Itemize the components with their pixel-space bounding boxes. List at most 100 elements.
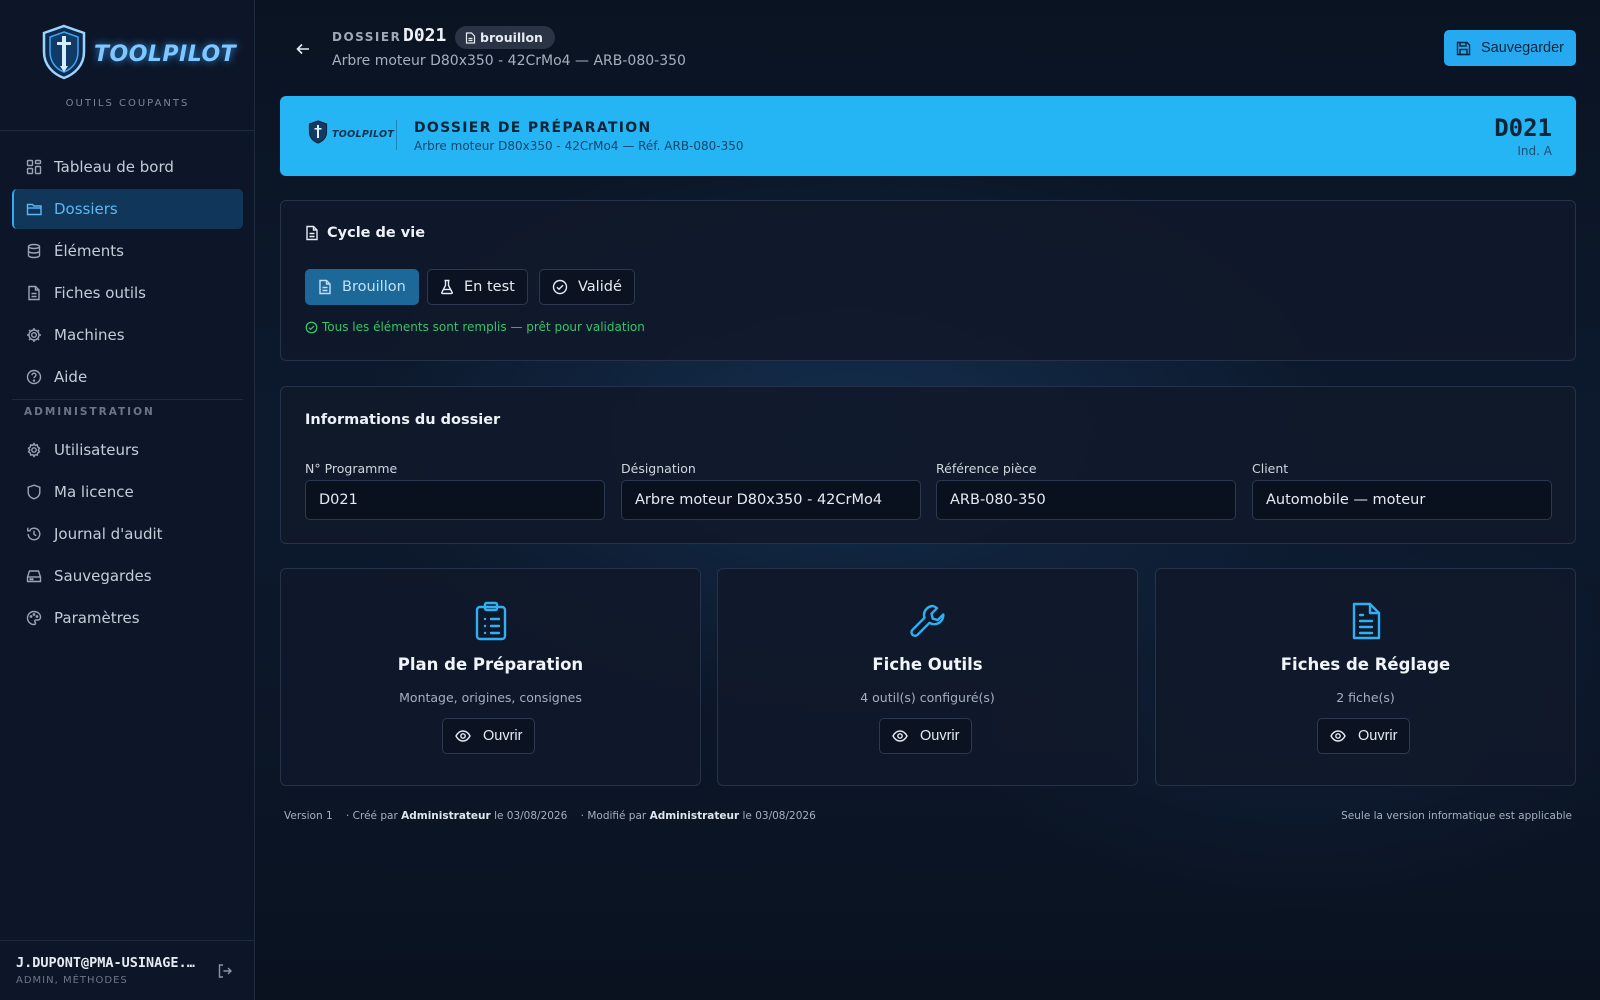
footer-notice: Seule la version informatique est applic… [1341, 810, 1572, 822]
sidebar-item-label: Utilisateurs [54, 441, 139, 459]
lifecycle-title: Cycle de vie [305, 225, 425, 241]
footer-created-on: le 03/08/2026 [494, 810, 568, 822]
header-label: DOSSIER [332, 30, 402, 44]
lifecycle-state-valide[interactable]: Validé [539, 269, 635, 305]
sidebar-item-licence[interactable]: Ma licence [12, 472, 243, 512]
lifecycle-state-label: Validé [578, 279, 622, 295]
open-fiches-reglage-button[interactable]: Ouvrir [1317, 718, 1411, 754]
lifecycle-state-brouillon[interactable]: Brouillon [305, 269, 419, 305]
client-input[interactable] [1252, 480, 1552, 520]
sidebar-item-label: Ma licence [54, 483, 134, 501]
footer-version: Version 1 [284, 810, 333, 822]
sidebar: TOOLPILOT OUTILS COUPANTS Tableau de bor… [0, 0, 255, 1000]
eye-icon [455, 730, 471, 742]
tile-fiches-reglage[interactable]: Fiches de Réglage 2 fiche(s) Ouvrir [1155, 568, 1576, 786]
logo-area: TOOLPILOT OUTILS COUPANTS [0, 0, 254, 131]
lifecycle-title-label: Cycle de vie [327, 225, 426, 241]
designation-input[interactable] [621, 480, 921, 520]
banner-logo-text: TOOLPILOT [332, 128, 395, 140]
tile-subtitle: Montage, origines, consignes [399, 690, 582, 705]
tile-title: Plan de Préparation [397, 655, 584, 674]
sidebar-item-sauvegardes[interactable]: Sauvegardes [12, 556, 243, 596]
sidebar-item-machines[interactable]: Machines [12, 315, 243, 355]
back-arrow-icon[interactable] [292, 38, 314, 60]
sidebar-item-elements[interactable]: Éléments [12, 231, 243, 271]
sidebar-item-label: Tableau de bord [54, 158, 174, 176]
tile-subtitle: 4 outil(s) configuré(s) [860, 690, 995, 705]
eye-icon [1330, 730, 1346, 742]
shield-icon [25, 483, 43, 501]
nav-divider [12, 399, 243, 400]
history-icon [25, 525, 43, 543]
document-icon [465, 31, 476, 44]
open-fiche-outils-button[interactable]: Ouvrir [879, 718, 973, 754]
lifecycle-message: Tous les éléments sont remplis — prêt po… [305, 320, 645, 334]
sidebar-item-dashboard[interactable]: Tableau de bord [12, 147, 243, 187]
footer-modified-prefix: · Modifié par [580, 810, 647, 822]
shield-logo-icon [40, 24, 88, 84]
sidebar-item-label: Sauvegardes [54, 567, 152, 585]
programme-input[interactable] [305, 480, 605, 520]
sidebar-item-utilisateurs[interactable]: Utilisateurs [12, 430, 243, 470]
sidebar-item-label: Aide [54, 368, 88, 386]
sidebar-item-label: Journal d'audit [54, 525, 163, 543]
sidebar-item-label: Paramètres [54, 609, 140, 627]
user-email: J.DUPONT@PMA-USINAGE.FR [16, 955, 201, 971]
check-circle-icon [305, 321, 318, 334]
banner-title: DOSSIER DE PRÉPARATION [414, 120, 652, 136]
sidebar-item-label: Fiches outils [54, 284, 146, 302]
footer-created-by: Administrateur [401, 810, 491, 822]
field-label-designation: Désignation [621, 461, 696, 476]
open-button-label: Ouvrir [920, 728, 960, 744]
tile-fiche-outils[interactable]: Fiche Outils 4 outil(s) configuré(s) Ouv… [717, 568, 1138, 786]
lifecycle-state-label: Brouillon [342, 279, 406, 295]
help-icon [25, 368, 43, 386]
dossier-footer: Version 1 · Créé par Administrateur le 0… [284, 810, 1572, 822]
sidebar-item-dossiers[interactable]: Dossiers [12, 189, 243, 229]
lifecycle-message-text: Tous les éléments sont remplis — prêt po… [322, 320, 645, 334]
sidebar-item-label: Dossiers [54, 200, 118, 218]
dossier-banner: TOOLPILOT DOSSIER DE PRÉPARATION Arbre m… [280, 96, 1576, 176]
admin-section-label: ADMINISTRATION [24, 406, 155, 418]
save-icon [1456, 41, 1471, 56]
user-role: ADMIN, MÉTHODES [16, 975, 128, 986]
folder-icon [25, 200, 43, 218]
banner-logo: TOOLPILOT [308, 120, 394, 148]
drive-icon [25, 567, 43, 585]
sidebar-item-parametres[interactable]: Paramètres [12, 598, 243, 638]
logo-text: TOOLPILOT [94, 41, 237, 67]
save-button-label: Sauvegarder [1480, 40, 1564, 56]
logout-icon[interactable] [217, 963, 233, 983]
logo[interactable]: TOOLPILOT [40, 24, 236, 84]
tile-title: Fiches de Réglage [1280, 655, 1451, 674]
gear-icon [25, 441, 43, 459]
tile-plan-preparation[interactable]: Plan de Préparation Montage, origines, c… [280, 568, 701, 786]
field-label-reference: Référence pièce [936, 461, 1037, 476]
lifecycle-card: Cycle de vie Brouillon En test Validé To… [280, 200, 1576, 361]
tile-title: Fiche Outils [872, 655, 983, 674]
sidebar-item-fiches-outils[interactable]: Fiches outils [12, 273, 243, 313]
header-code: D021 [403, 25, 447, 46]
database-icon [25, 242, 43, 260]
lifecycle-state-en-test[interactable]: En test [427, 269, 528, 305]
save-button[interactable]: Sauvegarder [1443, 30, 1576, 66]
file-icon [25, 284, 43, 302]
logo-subtitle: OUTILS COUPANTS [65, 98, 190, 109]
banner-code: D021 [1494, 114, 1552, 142]
sidebar-item-journal[interactable]: Journal d'audit [12, 514, 243, 554]
check-circle-icon [552, 279, 568, 295]
eye-icon [892, 730, 908, 742]
reference-input[interactable] [936, 480, 1236, 520]
open-button-label: Ouvrir [483, 728, 523, 744]
sidebar-nav: Tableau de bord Dossiers Éléments Fiches… [12, 147, 243, 640]
file-text-icon [1156, 601, 1575, 641]
sidebar-item-aide[interactable]: Aide [12, 357, 243, 397]
cog-icon [25, 326, 43, 344]
header-subtitle: Arbre moteur D80x350 - 42CrMo4 — ARB-080… [332, 53, 686, 69]
main-content: DOSSIER D021 brouillon Arbre moteur D80x… [280, 0, 1576, 1000]
open-plan-button[interactable]: Ouvrir [442, 718, 536, 754]
footer-modified-by: Administrateur [649, 810, 740, 822]
info-title: Informations du dossier [305, 412, 501, 428]
banner-index: Ind. A [1517, 144, 1552, 158]
field-label-client: Client [1252, 461, 1289, 476]
